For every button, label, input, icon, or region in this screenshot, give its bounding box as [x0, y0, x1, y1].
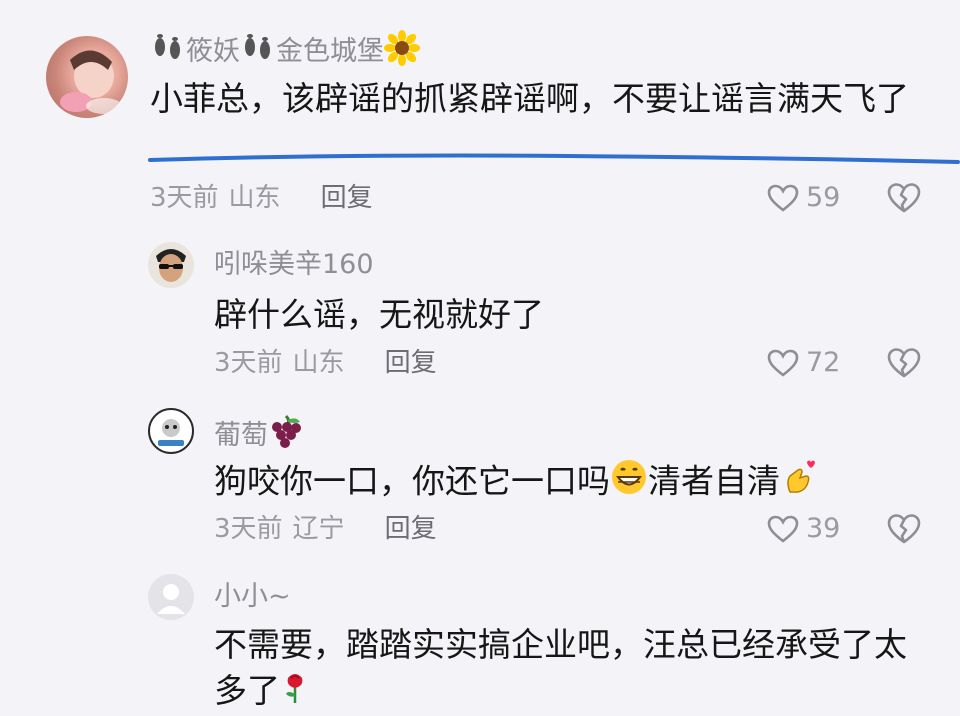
- footprints-icon: [150, 33, 186, 72]
- comment-meta: 3天前 山东 回复: [150, 181, 373, 215]
- comment-meta: 3天前 山东 回复: [214, 346, 437, 380]
- avatar[interactable]: [46, 36, 128, 118]
- grapes-icon: [268, 414, 302, 459]
- comment-text: 狗咬你一口，你还它一口吗 清者自清: [214, 458, 934, 508]
- reply-button[interactable]: 回复: [321, 183, 373, 213]
- broken-heart-icon[interactable]: [886, 512, 922, 546]
- location: 山东: [228, 183, 281, 213]
- reply-button[interactable]: 回复: [385, 348, 437, 378]
- comment-text-part: 不需要，踏踏实实搞企业吧，汪总已经承受了太多了: [214, 625, 907, 710]
- location: 辽宁: [292, 514, 345, 544]
- sunflower-icon: [384, 30, 420, 75]
- like-button[interactable]: 39: [766, 512, 840, 546]
- grinning-face-icon: [610, 458, 648, 508]
- comment-text: 小菲总，该辟谣的抓紧辟谣啊，不要让谣言满天飞了: [150, 79, 909, 118]
- location: 山东: [292, 348, 345, 378]
- comment-text-part: 狗咬你一口，你还它一口吗: [214, 461, 610, 501]
- comment-text: 不需要，踏踏实实搞企业吧，汪总已经承受了太多了: [214, 622, 934, 716]
- like-count: 72: [806, 347, 841, 378]
- avatar-default[interactable]: [148, 574, 194, 620]
- heart-outline-icon: [767, 515, 799, 543]
- timestamp: 3天前: [214, 514, 283, 544]
- timestamp: 3天前: [150, 183, 219, 213]
- username[interactable]: 吲哚美辛160: [214, 248, 374, 282]
- hand-drawn-underline: [148, 153, 960, 164]
- avatar[interactable]: [148, 408, 194, 454]
- reply-button[interactable]: 回复: [385, 514, 437, 544]
- broken-heart-icon[interactable]: [886, 181, 922, 215]
- like-button[interactable]: 72: [766, 346, 840, 380]
- heart-outline-icon: [767, 349, 799, 377]
- username-text: 筱妖: [186, 36, 240, 67]
- like-count: 59: [806, 182, 841, 213]
- comment-meta: 3天前 辽宁 回复: [214, 512, 437, 546]
- username-suffix: 金色城堡: [276, 36, 384, 67]
- username[interactable]: 小小~: [214, 580, 291, 614]
- like-button[interactable]: 59: [766, 181, 840, 215]
- avatar[interactable]: [148, 242, 194, 288]
- username[interactable]: 筱妖 金色城堡: [150, 30, 420, 75]
- username-text: 葡萄: [214, 420, 268, 451]
- heart-outline-icon: [767, 184, 799, 212]
- username[interactable]: 葡萄: [214, 414, 302, 459]
- finger-heart-icon: [780, 458, 818, 508]
- comment-text: 辟什么谣，无视就好了: [214, 295, 544, 334]
- comment-text-part: 清者自清: [648, 461, 780, 501]
- rose-icon: [280, 670, 310, 716]
- like-count: 39: [806, 513, 841, 544]
- default-user-icon: [157, 584, 185, 614]
- footprints-icon: [240, 33, 276, 72]
- timestamp: 3天前: [214, 348, 283, 378]
- broken-heart-icon[interactable]: [886, 346, 922, 380]
